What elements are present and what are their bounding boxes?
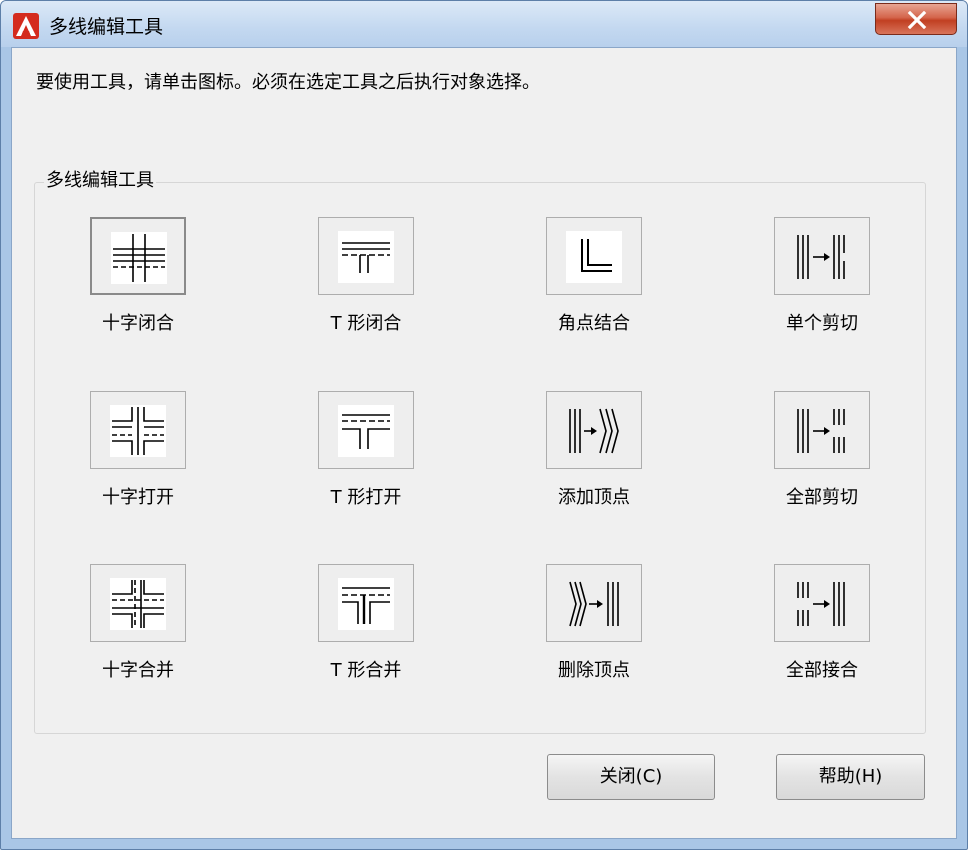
merged-cross-icon (112, 580, 164, 628)
tool-label: 单个剪切 (786, 313, 858, 334)
tool-merged-tee: T 形合并 (278, 564, 438, 694)
cut-all-icon (797, 409, 845, 453)
tool-label: 删除顶点 (558, 660, 630, 681)
tool-closed-cross: 十字闭合 (50, 217, 210, 347)
tool-delete-vertex: 删除顶点 (506, 564, 666, 694)
tool-closed-tee: T 形闭合 (278, 217, 438, 347)
closed-cross-button[interactable] (90, 217, 186, 295)
tool-label: 全部接合 (786, 660, 858, 681)
tool-label: 十字合并 (102, 660, 174, 681)
autocad-logo-icon (13, 13, 39, 39)
dialog-window: 多线编辑工具 要使用工具，请单击图标。必须在选定工具之后执行对象选择。 多线编辑… (0, 0, 968, 850)
closed-cross-icon (113, 234, 165, 282)
merged-cross-button[interactable] (90, 564, 186, 642)
open-tee-icon (342, 414, 390, 449)
tool-open-cross: 十字打开 (50, 391, 210, 521)
delete-vertex-button[interactable] (546, 564, 642, 642)
tool-cut-all: 全部剪切 (734, 391, 894, 521)
help-button[interactable]: 帮助(H) (776, 754, 925, 800)
close-button[interactable]: 关闭(C) (547, 754, 715, 800)
open-cross-icon (112, 407, 164, 455)
tool-label: 角点结合 (558, 313, 630, 334)
tool-open-tee: T 形打开 (278, 391, 438, 521)
corner-joint-button[interactable] (546, 217, 642, 295)
tool-add-vertex: 添加顶点 (506, 391, 666, 521)
open-cross-button[interactable] (90, 391, 186, 469)
merged-tee-button[interactable] (318, 564, 414, 642)
cut-single-button[interactable] (774, 217, 870, 295)
tool-corner-joint: 角点结合 (506, 217, 666, 347)
tool-weld-all: 全部接合 (734, 564, 894, 694)
title-bar[interactable]: 多线编辑工具 (1, 1, 967, 47)
corner-joint-icon (581, 239, 612, 272)
add-vertex-button[interactable] (546, 391, 642, 469)
tools-group-label: 多线编辑工具 (44, 166, 156, 192)
open-tee-button[interactable] (318, 391, 414, 469)
tool-label: T 形合并 (330, 660, 402, 681)
cut-single-icon (797, 235, 845, 279)
closed-tee-icon (342, 242, 390, 273)
window-close-button[interactable] (875, 3, 957, 35)
tool-label: T 形闭合 (330, 313, 402, 334)
delete-vertex-icon (569, 581, 619, 627)
tool-label: 全部剪切 (786, 487, 858, 508)
closed-tee-button[interactable] (318, 217, 414, 295)
tool-label: 十字打开 (102, 487, 174, 508)
weld-all-icon (797, 582, 845, 626)
dialog-client-area: 要使用工具，请单击图标。必须在选定工具之后执行对象选择。 多线编辑工具 十字闭合… (11, 47, 957, 839)
close-icon (907, 11, 927, 29)
weld-all-button[interactable] (774, 564, 870, 642)
merged-tee-icon (342, 587, 390, 624)
instruction-text: 要使用工具，请单击图标。必须在选定工具之后执行对象选择。 (36, 72, 540, 93)
tool-cut-single: 单个剪切 (734, 217, 894, 347)
tool-label: 十字闭合 (102, 313, 174, 334)
tool-merged-cross: 十字合并 (50, 564, 210, 694)
tool-label: T 形打开 (330, 487, 402, 508)
add-vertex-icon (569, 408, 619, 454)
cut-all-button[interactable] (774, 391, 870, 469)
window-title: 多线编辑工具 (49, 16, 164, 38)
tool-label: 添加顶点 (558, 487, 630, 508)
